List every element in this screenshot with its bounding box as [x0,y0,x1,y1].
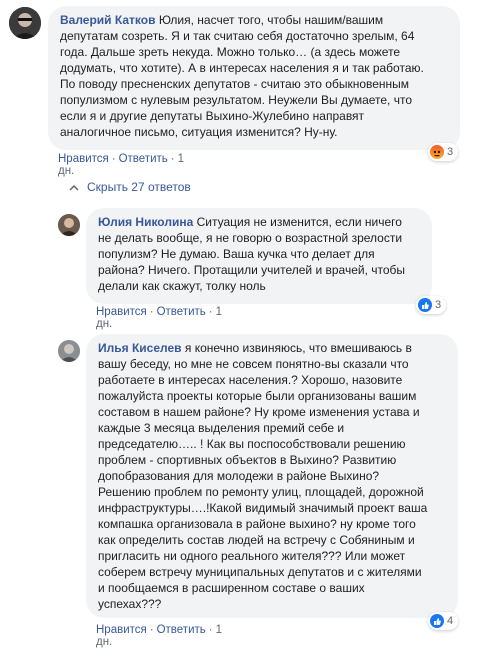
comment-text-line: допобразования для молодежи в районе Вых… [98,469,380,483]
separator: · [149,624,154,636]
comment-text-line: каждые 3 месяца выделения премий себе и [98,421,345,435]
comment-bubble: Илья Киселев я конечно извиняюсь, что вм… [86,334,458,618]
hide-replies-button[interactable]: Скрыть 27 ответов [69,180,191,194]
reaction-badge[interactable]: 3 [428,143,459,161]
comment-text-line: не делать вообще, я не говорю о возрастн… [98,231,403,245]
reply-button[interactable]: Ответить [157,306,206,318]
comment-text-line: я конечно извиняюсь, что вмешиваюсь в [181,341,412,355]
reaction-count: 3 [435,299,442,311]
avatar[interactable] [9,7,41,39]
comment-text-line: популизмом с нулевым результатом. Неужел… [60,93,413,107]
comment-actions: Нравится · Ответить · 1 дн. [58,153,184,177]
comment-bubble: Валерий Катков Юлия, насчет того, чтобы … [48,6,460,150]
reaction-count: 3 [447,146,454,158]
separator: · [149,306,154,318]
comment-text-line: пригласить ни одного реального жителя???… [98,549,406,563]
comment-text-line: проблем - спортивных объектов в Выхино? … [98,453,397,467]
comment-bubble: Юлия Николина Ситуация не изменится, есл… [86,208,432,304]
reaction-badge[interactable]: 3 [416,296,447,314]
comment-text-line: соберем встречу муниципальных депутатов … [98,565,422,579]
avatar[interactable] [58,340,80,362]
chevron-up-icon [69,184,79,191]
user-avatar-icon [58,340,80,362]
comment-text-line: Решению проблем по ремонту улиц, площаде… [98,485,424,499]
comment-text-line: популизм? Не думаю. Ваша кучка что делае… [98,247,375,261]
comment-text-line: если я и другие депутаты Выхино-Жулебино… [60,109,365,123]
comment-author[interactable]: Илья Киселев [98,341,182,355]
comment-text-line: делали как скажут, толку ноль [98,279,266,293]
comment-text-line: года. Дальше зреть некуда. Можно только…… [60,45,401,59]
separator: · [208,624,213,636]
user-avatar-icon [58,214,80,236]
comment-text-line: депутатам созреть. Я и так считаю себя д… [60,29,415,43]
like-button[interactable]: Нравится [96,624,147,636]
comment-author[interactable]: Валерий Катков [60,13,155,27]
comment-text-line: Юлия, насчет того, чтобы нашим/вашим [155,13,384,27]
separator: · [170,153,175,165]
separator: · [111,153,116,165]
comment-actions: Нравится · Ответить · 1 дн. [96,306,222,330]
comment-text-line: инфраструктуры….!Какой видимый значимый … [98,501,428,515]
comment-text-line: как определить состав людей на встречу с… [98,533,415,547]
comment-text-line: успехах??? [98,597,162,611]
user-avatar-icon [9,7,41,39]
separator: · [208,306,213,318]
comment-text-line: Ситуация не изменится, если ничего [193,215,402,229]
avatar[interactable] [58,214,80,236]
like-button[interactable]: Нравится [58,153,109,165]
comment-text-line: додумать, что хотите). А в интересах нас… [60,61,424,75]
comment-text-line: аналогичное письмо, ситуация изменится? … [60,125,338,139]
like-icon [418,298,432,312]
reply-button[interactable]: Ответить [119,153,168,165]
comment-text-line: председателю….. ! Как вы поспособствовал… [98,437,406,451]
comment-author[interactable]: Юлия Николина [98,215,193,229]
comment-text-line: вашу беседу, но мне не совсем понятно-вы… [98,357,409,371]
comment-text-line: района? Ничего. Протащили учителей и вра… [98,263,406,277]
comment-text-line: пожалуйста проекты которые были организо… [98,389,417,403]
comment-text-line: По поводу пресненских депутатов - считаю… [60,77,410,91]
hide-replies-label: Скрыть 27 ответов [87,180,191,194]
reply-button[interactable]: Ответить [157,624,206,636]
like-button[interactable]: Нравится [96,306,147,318]
comment-text-line: компашка организовала в районе выхино? н… [98,517,416,531]
reaction-count: 4 [447,615,454,627]
comment-actions: Нравится · Ответить · 1 дн. [96,624,222,648]
reaction-badge[interactable]: 4 [428,612,459,630]
comment-text-line: работаете в интересах населения.? Хорошо… [98,373,403,387]
angry-icon [430,145,444,159]
comment-text-line: составом в нашем районе? Ну кроме измене… [98,405,420,419]
comment-text-line: и пообщаемся в расширенном составе о ваш… [98,581,365,595]
like-icon [430,614,444,628]
